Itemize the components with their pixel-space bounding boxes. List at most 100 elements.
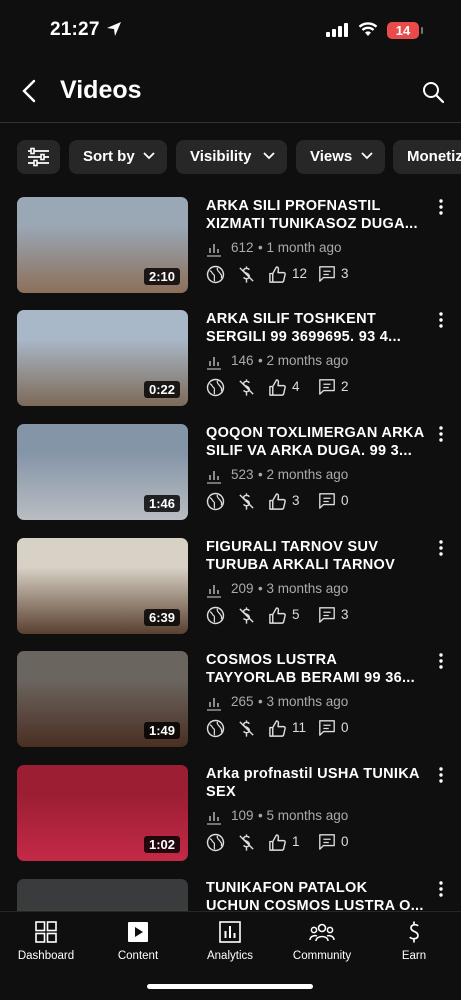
comment-icon bbox=[319, 493, 335, 509]
page-title: Videos bbox=[60, 76, 142, 104]
video-title[interactable]: ARKA SILI PROFNASTIL XIZMATI TUNIKASOZ D… bbox=[206, 197, 431, 233]
video-thumbnail[interactable]: 1:02 bbox=[17, 765, 188, 861]
more-options-icon[interactable] bbox=[438, 199, 444, 215]
video-views: 612 bbox=[231, 240, 254, 255]
video-comments: 0 bbox=[341, 720, 349, 735]
video-age: • 1 month ago bbox=[258, 240, 342, 255]
like-icon bbox=[269, 379, 286, 396]
comment-icon bbox=[319, 266, 335, 282]
views-bar-icon bbox=[207, 357, 221, 370]
video-comments: 2 bbox=[341, 379, 349, 394]
video-item[interactable]: 1:02 Arka profnastil USHA TUNIKA SEX 109… bbox=[0, 765, 461, 875]
video-age: • 3 months ago bbox=[258, 694, 349, 709]
community-icon bbox=[309, 923, 335, 942]
video-title[interactable]: TUNIKAFON PATALOK UCHUN COSMOS LUSTRA O.… bbox=[206, 879, 431, 915]
wifi-icon bbox=[358, 22, 378, 36]
video-item[interactable]: 1:49 COSMOS LUSTRA TAYYORLAB BERAMI 99 3… bbox=[0, 651, 461, 761]
status-bar: 21:27 14 bbox=[0, 0, 461, 62]
search-icon[interactable] bbox=[421, 80, 445, 104]
video-stats: 4 2 bbox=[206, 378, 406, 398]
video-age: • 2 months ago bbox=[258, 353, 349, 368]
globe-icon bbox=[206, 378, 225, 397]
video-item[interactable]: 2:10 ARKA SILI PROFNASTIL XIZMATI TUNIKA… bbox=[0, 197, 461, 307]
video-views: 209 bbox=[231, 581, 254, 596]
more-options-icon[interactable] bbox=[438, 540, 444, 556]
video-views: 523 bbox=[231, 467, 254, 482]
nav-analytics[interactable]: Analytics bbox=[184, 920, 276, 962]
views-bar-icon bbox=[207, 471, 221, 484]
video-duration: 6:39 bbox=[143, 609, 180, 626]
sort-by-chip[interactable]: Sort by bbox=[69, 140, 167, 174]
views-bar-icon bbox=[207, 812, 221, 825]
visibility-chip[interactable]: Visibility bbox=[176, 140, 287, 174]
filter-settings-button[interactable] bbox=[17, 140, 60, 174]
video-thumbnail[interactable]: 0:22 bbox=[17, 310, 188, 406]
video-duration: 1:46 bbox=[143, 495, 180, 512]
monetization-off-icon bbox=[239, 607, 254, 624]
video-likes: 1 bbox=[292, 834, 300, 849]
comment-icon bbox=[319, 720, 335, 736]
video-thumbnail[interactable]: 1:49 bbox=[17, 651, 188, 747]
comment-icon bbox=[319, 607, 335, 623]
globe-icon bbox=[206, 492, 225, 511]
globe-icon bbox=[206, 606, 225, 625]
video-title[interactable]: QOQON TOXLIMERGAN ARKA SILIF VA ARKA DUG… bbox=[206, 424, 431, 460]
monetization-label: Monetiz bbox=[407, 148, 461, 165]
more-options-icon[interactable] bbox=[438, 426, 444, 442]
more-options-icon[interactable] bbox=[438, 767, 444, 783]
nav-community-label: Community bbox=[292, 950, 352, 962]
back-arrow-icon[interactable] bbox=[18, 78, 42, 104]
video-thumbnail[interactable]: 2:10 bbox=[17, 197, 188, 293]
status-time: 21:27 bbox=[50, 19, 100, 40]
location-arrow-icon bbox=[107, 22, 121, 36]
monetization-chip[interactable]: Monetiz bbox=[393, 140, 461, 174]
nav-analytics-label: Analytics bbox=[206, 950, 254, 962]
video-duration: 1:02 bbox=[143, 836, 180, 853]
filter-bar: Sort by Visibility Views Monetiz bbox=[17, 140, 461, 174]
video-stats: 1 0 bbox=[206, 833, 406, 853]
video-likes: 4 bbox=[292, 379, 300, 394]
video-thumbnail[interactable]: 6:39 bbox=[17, 538, 188, 634]
chevron-down-icon bbox=[263, 152, 275, 160]
globe-icon bbox=[206, 265, 225, 284]
nav-earn[interactable]: Earn bbox=[368, 920, 460, 962]
video-thumbnail[interactable]: 1:46 bbox=[17, 424, 188, 520]
monetization-off-icon bbox=[239, 266, 254, 283]
battery-tip bbox=[421, 27, 423, 34]
like-icon bbox=[269, 266, 286, 283]
video-age: • 3 months ago bbox=[258, 581, 349, 596]
video-stats: 5 3 bbox=[206, 606, 406, 626]
monetization-off-icon bbox=[239, 379, 254, 396]
globe-icon bbox=[206, 833, 225, 852]
earn-icon bbox=[409, 921, 419, 943]
like-icon bbox=[269, 834, 286, 851]
video-views: 109 bbox=[231, 808, 254, 823]
nav-earn-label: Earn bbox=[401, 950, 427, 962]
video-title[interactable]: ARKA SILIF TOSHKENT SERGILI 99 3699695. … bbox=[206, 310, 431, 346]
video-likes: 11 bbox=[292, 720, 307, 735]
nav-dashboard[interactable]: Dashboard bbox=[0, 920, 92, 962]
video-title[interactable]: Arka profnastil USHA TUNIKA SEX bbox=[206, 765, 431, 801]
video-item[interactable]: 1:46 QOQON TOXLIMERGAN ARKA SILIF VA ARK… bbox=[0, 424, 461, 534]
more-options-icon[interactable] bbox=[438, 312, 444, 328]
more-options-icon[interactable] bbox=[438, 653, 444, 669]
battery-indicator: 14 bbox=[387, 22, 419, 39]
video-item[interactable]: 6:39 FIGURALI TARNOV SUV TURUBA ARKALI T… bbox=[0, 538, 461, 648]
nav-content[interactable]: Content bbox=[92, 920, 184, 962]
analytics-icon bbox=[219, 921, 241, 943]
video-item[interactable]: 0:22 ARKA SILIF TOSHKENT SERGILI 99 3699… bbox=[0, 310, 461, 420]
video-views: 265 bbox=[231, 694, 254, 709]
video-stats: 12 3 bbox=[206, 265, 406, 285]
monetization-off-icon bbox=[239, 493, 254, 510]
video-duration: 0:22 bbox=[143, 381, 180, 398]
video-comments: 0 bbox=[341, 493, 349, 508]
nav-community[interactable]: Community bbox=[276, 920, 368, 962]
video-title[interactable]: FIGURALI TARNOV SUV TURUBA ARKALI TARNOV bbox=[206, 538, 431, 574]
top-app-bar: Videos bbox=[0, 62, 461, 123]
monetization-off-icon bbox=[239, 720, 254, 737]
more-options-icon[interactable] bbox=[438, 881, 444, 897]
home-indicator bbox=[147, 984, 313, 989]
views-chip[interactable]: Views bbox=[296, 140, 385, 174]
video-title[interactable]: COSMOS LUSTRA TAYYORLAB BERAMI 99 36... bbox=[206, 651, 431, 687]
comment-icon bbox=[319, 379, 335, 395]
